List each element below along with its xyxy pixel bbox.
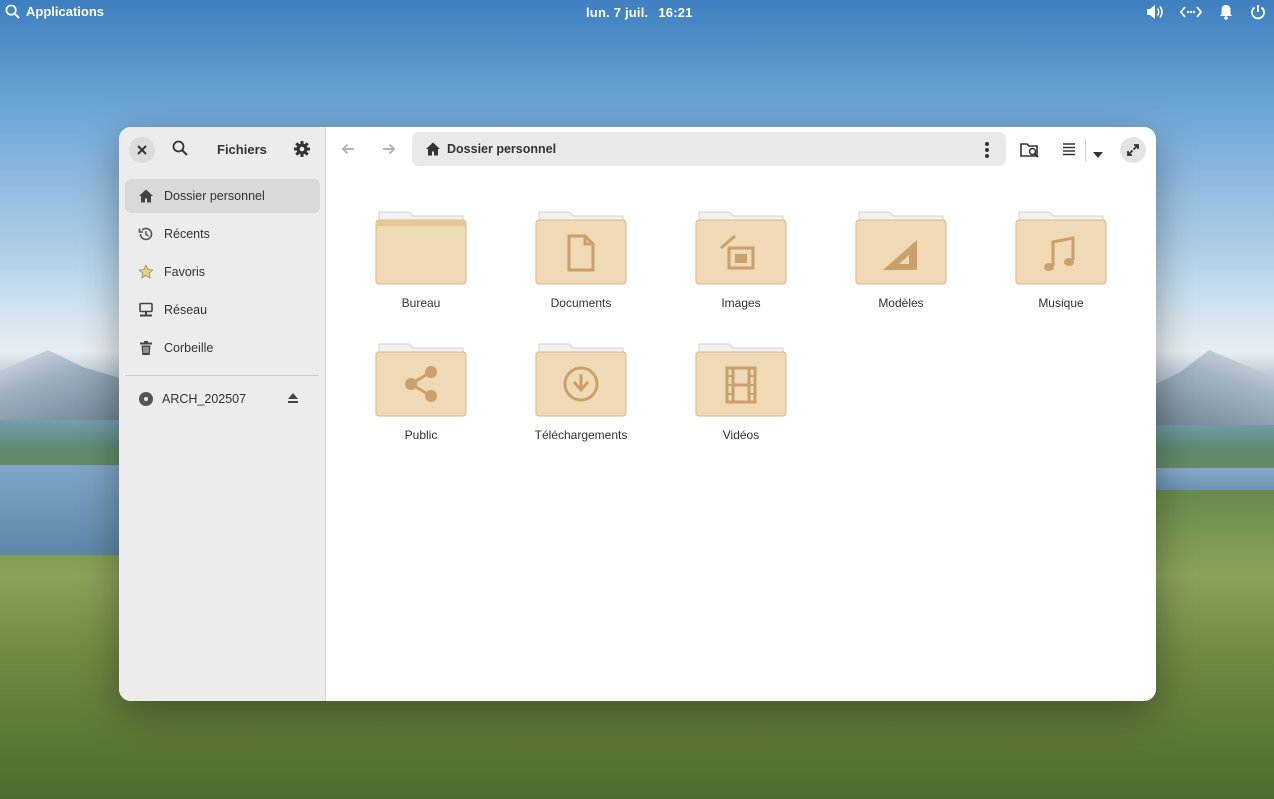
search-icon (172, 140, 188, 156)
wallpaper-lake-right (1156, 468, 1274, 490)
date-label: lun. 7 juil. (586, 5, 649, 20)
folder-label: Musique (1038, 296, 1084, 310)
folder-item-documents[interactable]: Documents (516, 210, 646, 320)
sidebar-item-network[interactable]: Réseau (125, 293, 320, 327)
home-icon (425, 141, 441, 162)
trash-icon (138, 340, 154, 356)
folder-label: Téléchargements (534, 428, 628, 442)
notifications-icon[interactable] (1218, 4, 1234, 20)
sidebar-item-label: Favoris (164, 265, 205, 279)
folder-search-icon (1020, 143, 1039, 158)
wallpaper-mountain-right (1156, 350, 1274, 425)
folder-item-telechargements[interactable]: Téléchargements (516, 342, 646, 452)
folder-videos-icon (695, 343, 787, 417)
search-icon (5, 4, 20, 19)
home-icon (138, 188, 154, 204)
folder-label: Images (721, 296, 761, 310)
sidebar-search-button[interactable] (172, 140, 188, 161)
sidebar-item-label: Corbeille (164, 341, 214, 355)
drive-label: ARCH_202507 (162, 392, 247, 406)
places-list: Dossier personnel Récents Favoris Réseau… (125, 179, 320, 369)
sidebar-header: Fichiers (119, 127, 325, 173)
folder-label: Modèles (878, 296, 924, 310)
time-label: 16:21 (658, 5, 693, 20)
forward-button[interactable] (381, 141, 397, 162)
sidebar-item-label: Dossier personnel (164, 189, 265, 203)
applications-label: Applications (26, 4, 105, 19)
history-icon (138, 226, 154, 242)
folder-item-bureau[interactable]: Bureau (356, 210, 486, 320)
folder-item-videos[interactable]: Vidéos (676, 342, 806, 452)
view-options-dropdown[interactable] (1092, 146, 1104, 164)
folder-label: Documents (550, 296, 612, 310)
power-icon[interactable] (1250, 4, 1266, 20)
eject-icon[interactable] (287, 392, 299, 407)
arrow-left-icon (341, 143, 354, 155)
wallpaper-mountain-left (0, 350, 120, 420)
arrow-right-icon (383, 143, 396, 155)
top-panel: Applications lun. 7 juil. 16:21 (0, 0, 1274, 26)
close-button[interactable] (129, 137, 155, 163)
folder-music-icon (1015, 211, 1107, 285)
network-wired-icon[interactable] (1180, 4, 1202, 20)
path-label: Dossier personnel (447, 142, 557, 156)
volume-icon[interactable] (1146, 4, 1164, 20)
sidebar-item-recent[interactable]: Récents (125, 217, 320, 251)
folder-label: Public (404, 428, 438, 442)
files-window: Fichiers Dossier personnel Récents Favor… (119, 127, 1156, 701)
folder-item-images[interactable]: Images (676, 210, 806, 320)
view-mode-button[interactable] (1061, 142, 1077, 161)
disc-icon (138, 391, 154, 407)
sidebar-item-label: Récents (164, 227, 210, 241)
sidebar-item-drive[interactable]: ARCH_202507 (125, 382, 333, 416)
sidebar-item-label: Réseau (164, 303, 208, 317)
list-view-icon (1063, 143, 1075, 156)
sidebar-item-favorites[interactable]: Favoris (125, 255, 320, 289)
toolbar-divider (1085, 139, 1086, 161)
app-title: Fichiers (217, 142, 267, 157)
sidebar-item-trash[interactable]: Corbeille (125, 331, 320, 365)
gear-icon (294, 141, 310, 157)
folder-label: Vidéos (722, 428, 760, 442)
path-menu-icon[interactable] (984, 141, 990, 164)
folder-item-public[interactable]: Public (356, 342, 486, 452)
maximize-icon (1127, 144, 1139, 156)
folder-documents-icon (535, 211, 627, 285)
close-icon (137, 145, 147, 155)
folder-icon (375, 211, 467, 285)
search-in-folder-button[interactable] (1020, 141, 1040, 164)
system-tray (1146, 4, 1266, 20)
folder-pictures-icon (695, 211, 787, 285)
folder-templates-icon (855, 211, 947, 285)
datetime-indicator[interactable]: lun. 7 juil. 16:21 (586, 5, 703, 20)
folder-item-musique[interactable]: Musique (996, 210, 1126, 320)
folder-item-modeles[interactable]: Modèles (836, 210, 966, 320)
location-bar[interactable]: Dossier personnel (412, 132, 1006, 166)
folder-download-icon (535, 343, 627, 417)
back-button[interactable] (340, 141, 356, 162)
chevron-down-icon (1093, 152, 1103, 158)
wallpaper-lake-left (0, 465, 120, 555)
star-icon (138, 264, 154, 280)
folder-public-icon (375, 343, 467, 417)
settings-button[interactable] (293, 140, 311, 163)
folder-label: Bureau (401, 296, 441, 310)
sidebar-divider (125, 375, 319, 376)
maximize-button[interactable] (1120, 137, 1146, 163)
applications-menu-button[interactable]: Applications (5, 4, 104, 19)
sidebar: Fichiers Dossier personnel Récents Favor… (119, 127, 326, 701)
network-icon (138, 302, 154, 318)
sidebar-item-home[interactable]: Dossier personnel (125, 179, 320, 213)
